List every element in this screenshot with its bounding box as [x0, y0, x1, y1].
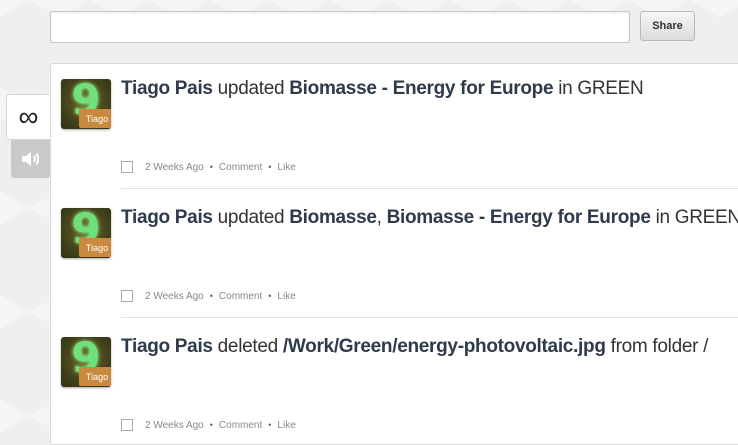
activity-meta: 2 Weeks Ago • Comment • Like	[121, 290, 296, 302]
activity-time: 2 Weeks Ago	[145, 419, 204, 431]
target-separator: ,	[376, 207, 387, 228]
speaker-icon[interactable]	[11, 140, 50, 178]
activity-headline: Tiago Pais updated Biomasse - Energy for…	[121, 78, 644, 100]
avatar-name-tag: Tiago	[79, 367, 111, 386]
activity-time: 2 Weeks Ago	[145, 161, 204, 173]
like-link[interactable]: Like	[277, 420, 295, 431]
activity-meta: 2 Weeks Ago • Comment • Like	[121, 419, 296, 431]
actor-link[interactable]: Tiago Pais	[121, 207, 213, 228]
avatar[interactable]: 9 Tiago	[61, 337, 111, 387]
actor-link[interactable]: Tiago Pais	[121, 336, 213, 357]
divider	[121, 188, 738, 189]
share-input[interactable]	[50, 11, 630, 43]
comment-link[interactable]: Comment	[219, 291, 262, 302]
activity-time: 2 Weeks Ago	[145, 290, 204, 302]
separator-dot: •	[209, 162, 213, 172]
separator-dot: •	[268, 162, 272, 172]
target-link[interactable]: Biomasse - Energy for Europe	[387, 207, 651, 228]
activity-suffix: in GREEN	[650, 207, 738, 228]
activity-headline: Tiago Pais deleted /Work/Green/energy-ph…	[121, 336, 708, 358]
activity-headline: Tiago Pais updated Biomasse, Biomasse - …	[121, 207, 738, 229]
separator-dot: •	[268, 291, 272, 301]
activity-verb: deleted	[212, 336, 283, 357]
avatar-name-tag: Tiago	[79, 109, 111, 128]
select-checkbox[interactable]	[121, 290, 133, 302]
target-link[interactable]: /Work/Green/energy-photovoltaic.jpg	[283, 336, 606, 357]
actor-link[interactable]: Tiago Pais	[121, 78, 213, 99]
select-checkbox[interactable]	[121, 419, 133, 431]
separator-dot: •	[209, 291, 213, 301]
activity-verb: updated	[212, 78, 290, 99]
like-link[interactable]: Like	[277, 162, 295, 173]
avatar-name-tag: Tiago	[79, 238, 111, 257]
activity-feed: 9 Tiago Tiago Pais updated Biomasse - En…	[50, 63, 738, 445]
activity-meta: 2 Weeks Ago • Comment • Like	[121, 161, 296, 173]
avatar[interactable]: 9 Tiago	[61, 79, 111, 129]
select-checkbox[interactable]	[121, 161, 133, 173]
comment-link[interactable]: Comment	[219, 420, 262, 431]
like-link[interactable]: Like	[277, 291, 295, 302]
activity-suffix: in GREEN	[553, 78, 644, 99]
divider	[121, 317, 738, 318]
comment-link[interactable]: Comment	[219, 162, 262, 173]
target-link[interactable]: Biomasse	[289, 207, 377, 228]
infinity-icon[interactable]: ∞	[6, 94, 50, 140]
avatar[interactable]: 9 Tiago	[61, 208, 111, 258]
share-button[interactable]: Share	[640, 11, 695, 41]
activity-suffix: from folder /	[605, 336, 709, 357]
target-link[interactable]: Biomasse - Energy for Europe	[289, 78, 553, 99]
activity-verb: updated	[212, 207, 290, 228]
stream-tabs: ∞	[6, 94, 50, 178]
